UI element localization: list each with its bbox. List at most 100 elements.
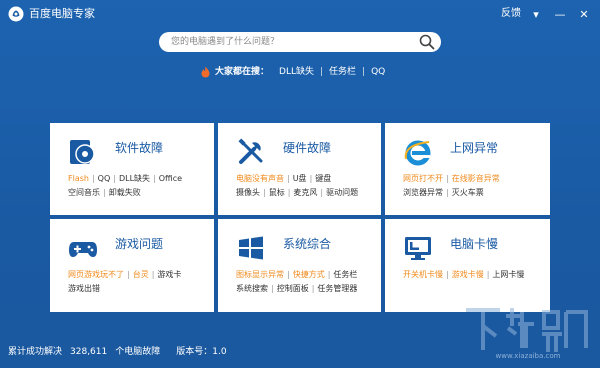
card-link[interactable]: 浏览器异常	[403, 188, 443, 197]
card-links-row: 网页游戏玩不了 | 台灵 | 游戏卡	[68, 269, 181, 280]
feedback-link[interactable]: 反馈	[501, 8, 521, 20]
card-hardware[interactable]: 硬件故障 电脑没有声音 | U盘 | 键盘 摄像头 | 鼠标 | 麦克风 | 驱动问题	[218, 123, 381, 215]
card-links-row: 游戏出错	[68, 283, 100, 294]
card-links-row: 浏览器异常 | 灭火车票	[403, 187, 484, 198]
card-link[interactable]: Flash	[68, 174, 89, 183]
card-link[interactable]: 在线影音异常	[452, 174, 500, 183]
card-internet[interactable]: 上网异常 网页打不开 | 在线影音异常 浏览器异常 | 灭火车票	[385, 123, 550, 215]
status-bar: 累计成功解决 328,611 个电脑故障 版本号：1.0	[8, 346, 227, 358]
watermark-url: www.xiazaiba.com	[496, 352, 561, 360]
separator: |	[113, 174, 116, 183]
separator: |	[151, 270, 155, 279]
separator: |	[446, 188, 449, 197]
minimize-icon: —	[554, 7, 566, 21]
separator: |	[271, 284, 274, 293]
separator: |	[446, 174, 449, 183]
monitor-slow-icon	[405, 237, 431, 260]
app-title: 百度电脑专家	[29, 7, 95, 20]
search-icon[interactable]	[419, 34, 435, 50]
card-link[interactable]: 卸载失败	[109, 188, 141, 197]
card-slow-pc[interactable]: 电脑卡慢 开关机卡慢 | 游戏卡慢 | 上网卡慢	[385, 219, 550, 312]
card-title: 电脑卡慢	[450, 237, 499, 251]
title-bar: 百度电脑专家 反馈 ▾ — ✕	[0, 0, 600, 28]
card-link[interactable]: 网页打不开	[403, 174, 443, 183]
solved-unit: 个电脑故障	[115, 347, 161, 357]
close-button[interactable]: ✕	[576, 6, 592, 22]
card-link[interactable]: 任务管理器	[317, 284, 357, 293]
card-links-row: 电脑没有声音 | U盘 | 键盘	[236, 173, 331, 184]
minimize-button[interactable]: —	[552, 6, 568, 22]
search-box	[159, 32, 441, 52]
separator: |	[309, 174, 313, 183]
card-link[interactable]: 灭火车票	[452, 188, 484, 197]
separator: |	[486, 270, 490, 279]
card-link[interactable]: 麦克风	[293, 188, 317, 197]
card-link[interactable]: U盘	[293, 174, 307, 183]
separator: |	[311, 284, 315, 293]
card-title: 上网异常	[450, 141, 499, 155]
baidu-logo-icon	[8, 6, 24, 22]
card-title: 系统综合	[283, 237, 332, 251]
separator: |	[362, 67, 366, 77]
hardware-tools-icon	[238, 138, 263, 164]
card-link[interactable]: 驱动问题	[326, 188, 358, 197]
card-link[interactable]: 开关机卡慢	[403, 270, 443, 279]
separator: |	[263, 188, 266, 197]
close-icon: ✕	[579, 7, 589, 21]
separator: |	[127, 270, 130, 279]
card-link[interactable]: 网页游戏玩不了	[68, 270, 124, 279]
card-link[interactable]: 鼠标	[269, 188, 285, 197]
card-link[interactable]: 上网卡慢	[492, 270, 524, 279]
card-link[interactable]: 快捷方式	[293, 270, 325, 279]
card-links-row: 网页打不开 | 在线影音异常	[403, 173, 500, 184]
card-system[interactable]: 系统综合 图标显示异常 | 快捷方式 | 任务栏 系统搜索 | 控制面板 | 任务管理器	[218, 219, 381, 312]
card-games[interactable]: 游戏问题 网页游戏玩不了 | 台灵 | 游戏卡 游戏出错	[50, 219, 214, 312]
card-link[interactable]: Office	[159, 174, 182, 183]
separator: |	[319, 67, 324, 77]
card-links-row: 摄像头 | 鼠标 | 麦克风 | 驱动问题	[236, 187, 358, 198]
card-link[interactable]: 游戏出错	[68, 284, 100, 293]
watermark-logo: www.xiazaiba.com	[466, 308, 588, 360]
chevron-down-icon: ▾	[533, 7, 539, 21]
card-link[interactable]: 游戏卡	[157, 270, 181, 279]
card-link[interactable]: DLL缺失	[119, 174, 150, 183]
hot-search-link[interactable]: 任务栏	[329, 65, 356, 79]
card-link[interactable]: 任务栏	[333, 270, 357, 279]
gamepad-icon	[69, 242, 97, 257]
hot-search-link[interactable]: QQ	[371, 65, 385, 79]
card-link[interactable]: 键盘	[315, 174, 331, 183]
card-title: 游戏问题	[115, 237, 164, 251]
card-link[interactable]: 电脑没有声音	[236, 174, 284, 183]
card-link[interactable]: 摄像头	[236, 188, 260, 197]
solved-count: 328,611	[70, 347, 108, 357]
app-window: 百度电脑专家 反馈 ▾ — ✕ 大家都在搜： DLL缺失 | 任务栏 | QQ …	[0, 0, 600, 368]
card-title: 软件故障	[115, 141, 164, 155]
version-label: 版本号：1.0	[176, 347, 227, 357]
card-links-row: 系统搜索 | 控制面板 | 任务管理器	[236, 283, 357, 294]
card-link[interactable]: 游戏卡慢	[452, 270, 484, 279]
windows-logo-icon	[239, 236, 263, 260]
menu-dropdown-button[interactable]: ▾	[528, 6, 544, 22]
software-disc-icon	[70, 140, 95, 164]
hot-search-link[interactable]: DLL缺失	[279, 65, 314, 79]
card-link[interactable]: 图标显示异常	[236, 270, 284, 279]
separator: |	[287, 174, 290, 183]
search-input[interactable]	[171, 34, 411, 50]
card-software[interactable]: 软件故障 Flash | QQ | DLL缺失 | Office 空间音乐 | 卸载失败	[50, 123, 214, 215]
separator: |	[287, 270, 290, 279]
card-link[interactable]: 控制面板	[277, 284, 309, 293]
separator: |	[91, 174, 95, 183]
separator: |	[327, 270, 331, 279]
card-link[interactable]: QQ	[98, 174, 111, 183]
flame-icon	[201, 66, 210, 78]
card-link[interactable]: 台灵	[133, 270, 149, 279]
card-link[interactable]: 系统搜索	[236, 284, 268, 293]
solved-label: 累计成功解决	[8, 347, 63, 357]
card-link[interactable]: 空间音乐	[68, 188, 100, 197]
separator: |	[320, 188, 324, 197]
hot-searches-label: 大家都在搜：	[215, 67, 270, 77]
card-links-row: 图标显示异常 | 快捷方式 | 任务栏	[236, 269, 357, 280]
separator: |	[446, 270, 449, 279]
card-links-row: 空间音乐 | 卸载失败	[68, 187, 141, 198]
internet-explorer-icon	[404, 140, 431, 166]
